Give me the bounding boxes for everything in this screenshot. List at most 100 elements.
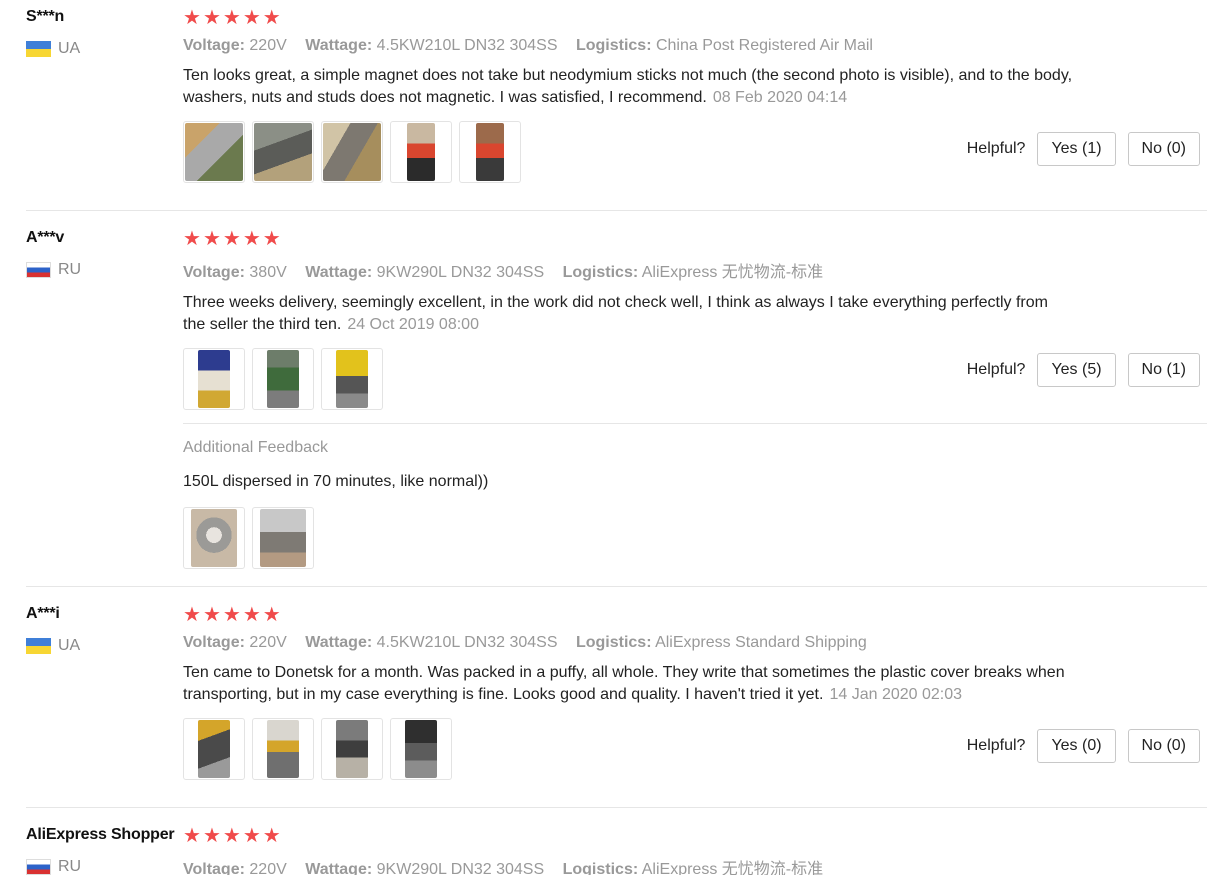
star-icon: ★	[262, 228, 281, 250]
country-code: RU	[58, 261, 82, 278]
star-icon: ★	[183, 604, 201, 626]
wattage-value: 9KW290L DN32 304SS	[376, 861, 545, 875]
review-divider	[26, 586, 1207, 587]
logistics-label: Logistics:	[562, 861, 639, 875]
review-date: 08 Feb 2020 04:14	[712, 89, 848, 106]
review-photo[interactable]	[252, 718, 314, 780]
logistics-value: AliExpress 无忧物流-标准	[641, 861, 824, 875]
review-text: Ten looks great, a simple magnet does no…	[183, 65, 1073, 109]
review-photo[interactable]	[252, 348, 314, 410]
helpful-votes: Helpful? Yes (5) No (1)	[967, 353, 1200, 387]
review-text: Ten came to Donetsk for a month. Was pac…	[183, 662, 1073, 706]
logistics-value: AliExpress 无忧物流-标准	[641, 264, 824, 281]
reviewer-name: A***v	[26, 229, 65, 246]
logistics-label: Logistics:	[575, 634, 652, 651]
additional-feedback-divider	[183, 423, 1207, 424]
star-icon: ★	[222, 604, 241, 626]
review-photo[interactable]	[459, 121, 521, 183]
helpful-yes-button[interactable]: Yes (1)	[1037, 132, 1116, 166]
product-attributes: Voltage: 220V Wattage: 4.5KW210L DN32 30…	[183, 37, 1213, 55]
review-photo[interactable]	[252, 121, 314, 183]
star-icon: ★	[222, 7, 241, 29]
additional-feedback-text: 150L dispersed in 70 minutes, like norma…	[183, 473, 489, 490]
star-icon: ★	[183, 7, 201, 29]
review-photo[interactable]	[321, 348, 383, 410]
star-icon: ★	[242, 825, 261, 847]
voltage-label: Voltage:	[183, 861, 245, 875]
ukraine-flag-icon	[26, 41, 51, 57]
helpful-yes-button[interactable]: Yes (0)	[1037, 729, 1116, 763]
reviewer-info: S***n UA	[26, 8, 176, 58]
voltage-label: Voltage:	[183, 37, 245, 54]
reviewer-country: UA	[26, 637, 176, 655]
review-photo[interactable]	[183, 121, 245, 183]
wattage-label: Wattage:	[305, 37, 373, 54]
country-code: UA	[58, 40, 81, 57]
reviewer-name: A***i	[26, 605, 60, 622]
reviewer-country: UA	[26, 40, 176, 58]
helpful-label: Helpful?	[966, 737, 1026, 754]
star-icon: ★	[262, 825, 281, 847]
star-icon: ★	[222, 228, 241, 250]
review-date: 14 Jan 2020 02:03	[829, 686, 963, 703]
review-text-content: Three weeks delivery, seemingly excellen…	[183, 294, 1048, 333]
review-photo[interactable]	[321, 718, 383, 780]
wattage-label: Wattage:	[305, 861, 373, 875]
star-icon: ★	[202, 7, 221, 29]
voltage-value: 380V	[249, 264, 287, 281]
helpful-no-button[interactable]: No (1)	[1127, 353, 1200, 387]
russia-flag-icon	[26, 859, 51, 875]
star-rating: ★ ★ ★ ★ ★	[183, 8, 1213, 28]
review-photo[interactable]	[183, 718, 245, 780]
logistics-label: Logistics:	[562, 264, 639, 281]
review-photo[interactable]	[390, 121, 452, 183]
product-attributes: Voltage: 220V Wattage: 4.5KW210L DN32 30…	[183, 634, 1213, 652]
star-icon: ★	[183, 228, 201, 250]
voltage-label: Voltage:	[183, 264, 245, 281]
logistics-value: China Post Registered Air Mail	[655, 37, 873, 54]
logistics-label: Logistics:	[575, 37, 652, 54]
wattage-label: Wattage:	[305, 634, 373, 651]
voltage-value: 220V	[249, 861, 287, 875]
reviewer-country: RU	[26, 858, 176, 875]
helpful-label: Helpful?	[966, 361, 1026, 378]
voltage-value: 220V	[249, 634, 287, 651]
voltage-label: Voltage:	[183, 634, 245, 651]
star-rating: ★ ★ ★ ★ ★	[183, 229, 1213, 249]
reviewer-info: A***i UA	[26, 605, 176, 655]
star-icon: ★	[262, 7, 281, 29]
country-code: UA	[58, 637, 81, 654]
star-icon: ★	[202, 825, 221, 847]
review-photo[interactable]	[183, 348, 245, 410]
wattage-value: 4.5KW210L DN32 304SS	[376, 634, 558, 651]
star-icon: ★	[222, 825, 241, 847]
review-photo[interactable]	[321, 121, 383, 183]
review-body: ★ ★ ★ ★ ★ Voltage: 220V Wattage: 9KW290L…	[183, 826, 1213, 875]
reviewer-country: RU	[26, 261, 176, 279]
star-icon: ★	[202, 228, 221, 250]
review-divider	[26, 210, 1207, 211]
wattage-value: 4.5KW210L DN32 304SS	[376, 37, 558, 54]
logistics-value: AliExpress Standard Shipping	[655, 634, 867, 651]
reviewer-info: A***v RU	[26, 229, 176, 279]
review-divider	[26, 807, 1207, 808]
reviewer-name: AliExpress Shopper	[26, 826, 175, 843]
star-icon: ★	[242, 604, 261, 626]
review-photo[interactable]	[252, 507, 314, 569]
product-attributes: Voltage: 380V Wattage: 9KW290L DN32 304S…	[183, 258, 1213, 282]
product-attributes: Voltage: 220V Wattage: 9KW290L DN32 304S…	[183, 855, 1213, 875]
star-icon: ★	[242, 228, 261, 250]
helpful-yes-button[interactable]: Yes (5)	[1037, 353, 1116, 387]
helpful-no-button[interactable]: No (0)	[1127, 729, 1200, 763]
review-photo[interactable]	[390, 718, 452, 780]
star-rating: ★ ★ ★ ★ ★	[183, 826, 1213, 846]
star-icon: ★	[183, 825, 201, 847]
helpful-no-button[interactable]: No (0)	[1127, 132, 1200, 166]
review-photo[interactable]	[183, 507, 245, 569]
reviews-page: S***n UA ★ ★ ★ ★ ★ Voltage: 220V Wattage…	[0, 0, 1221, 875]
additional-feedback-title: Additional Feedback	[183, 439, 328, 456]
wattage-label: Wattage:	[305, 264, 373, 281]
review-text: Three weeks delivery, seemingly excellen…	[183, 292, 1073, 336]
star-icon: ★	[242, 7, 261, 29]
reviewer-name: S***n	[26, 8, 65, 25]
